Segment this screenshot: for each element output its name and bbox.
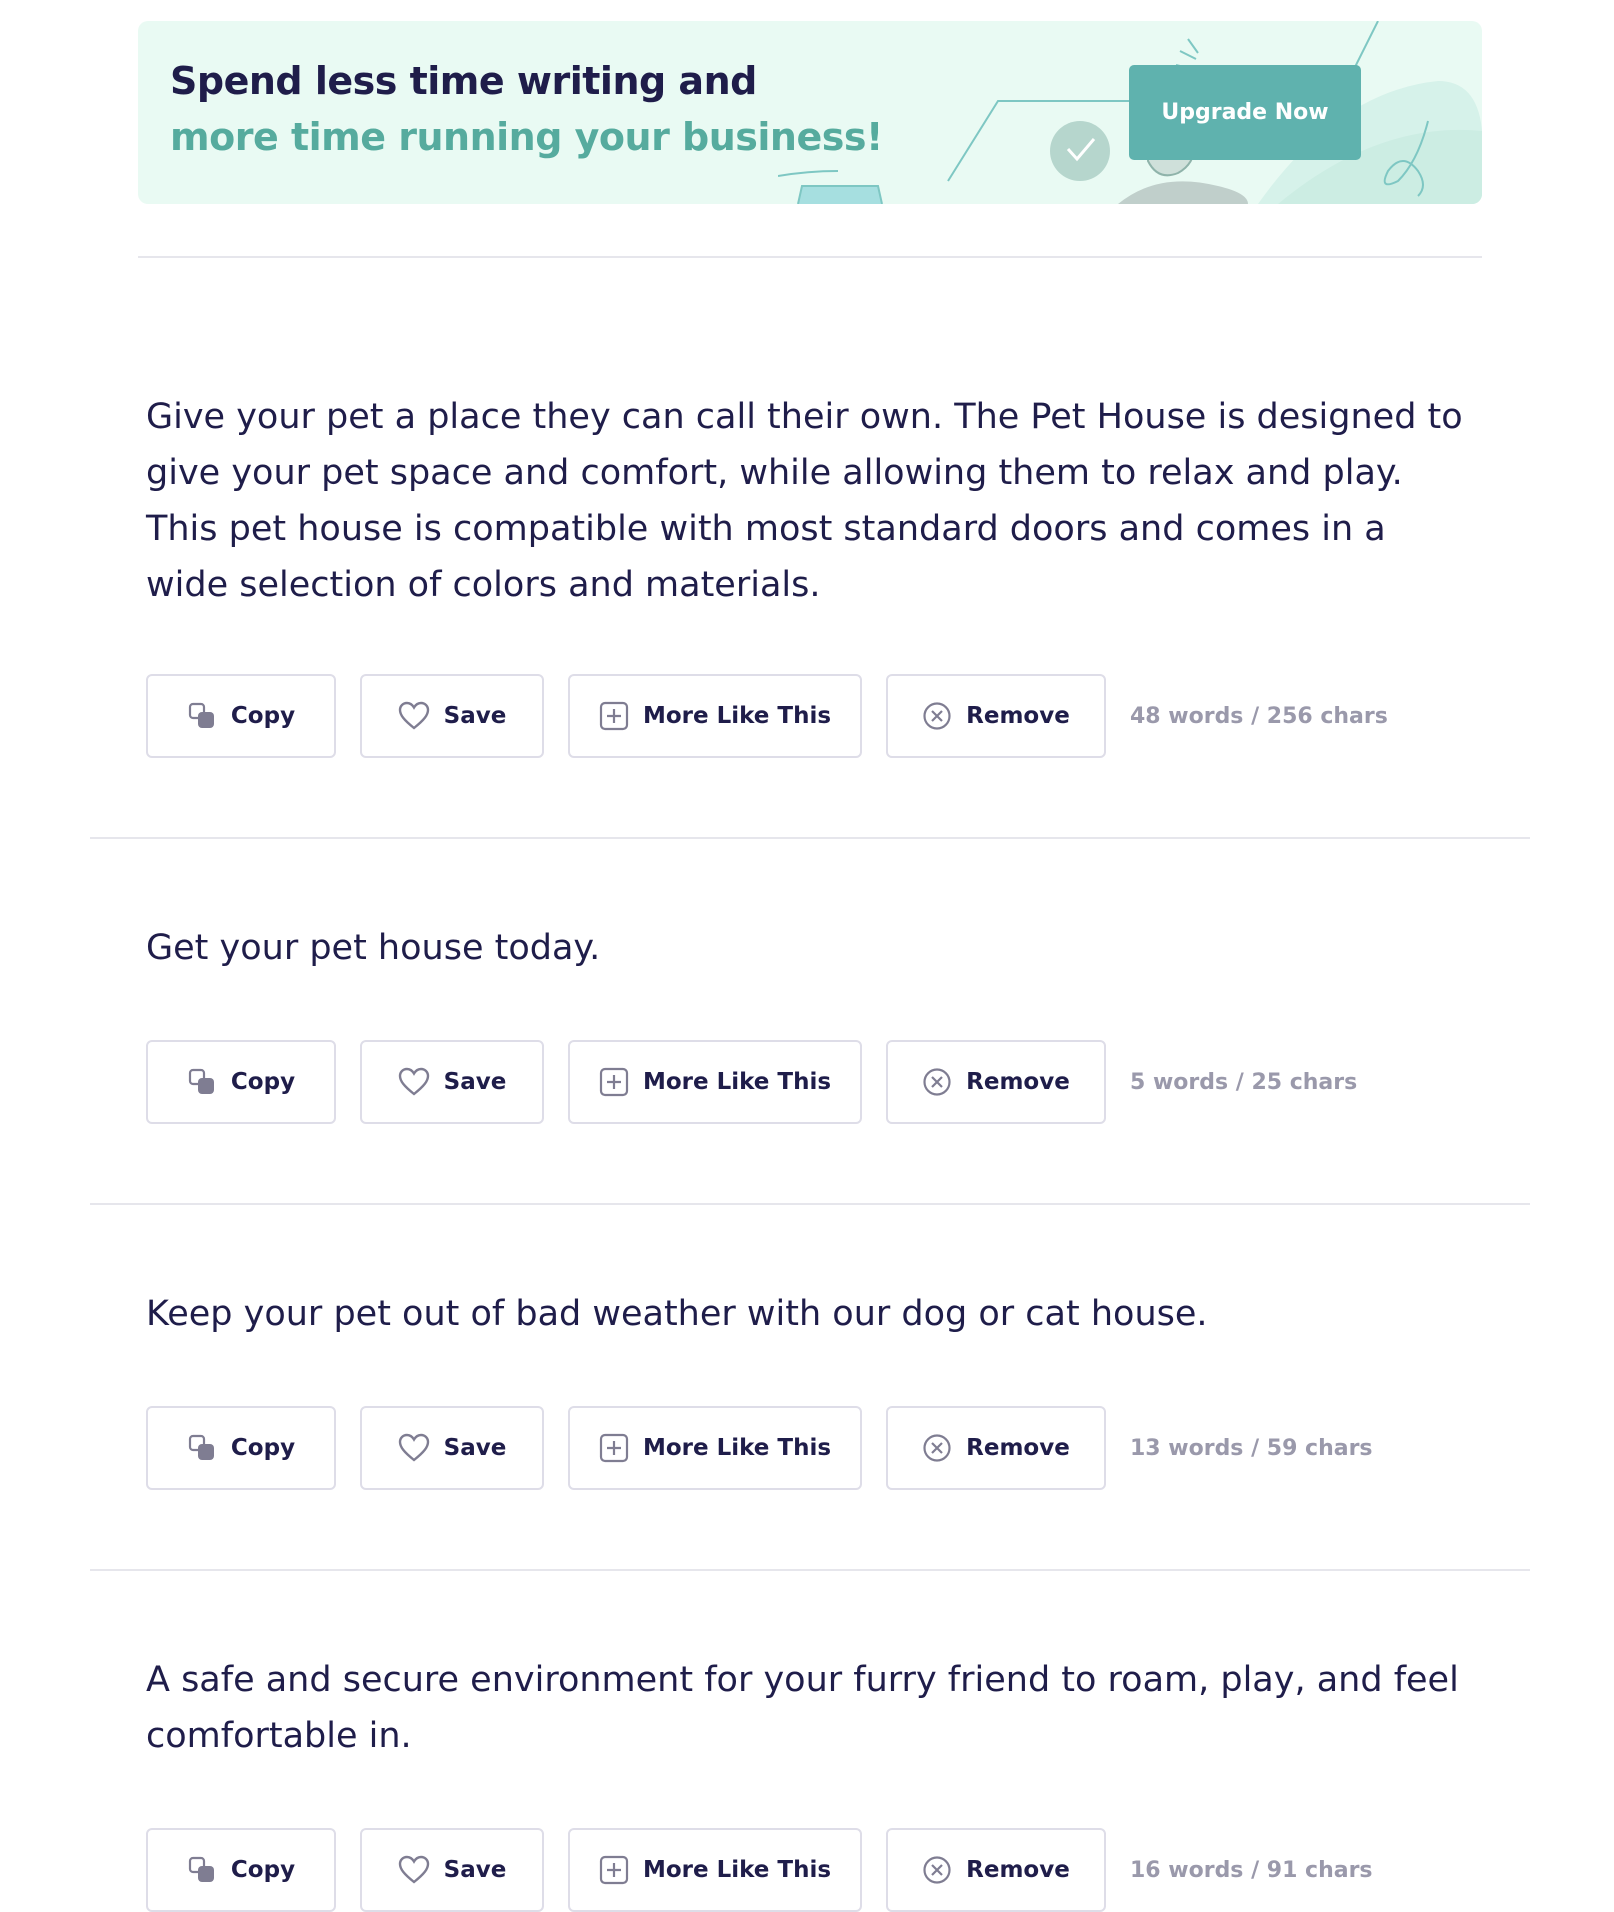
- result-actions: Copy Save More Like This Remove 5 words …: [146, 1040, 1357, 1124]
- save-label: Save: [443, 1435, 507, 1461]
- more-like-this-button[interactable]: More Like This: [568, 1406, 862, 1490]
- copy-label: Copy: [230, 1857, 296, 1883]
- copy-button[interactable]: Copy: [146, 1406, 336, 1490]
- copy-label: Copy: [230, 703, 296, 729]
- remove-button[interactable]: Remove: [886, 674, 1106, 758]
- remove-button[interactable]: Remove: [886, 1040, 1106, 1124]
- more-like-this-button[interactable]: More Like This: [568, 1040, 862, 1124]
- result-text: Get your pet house today.: [146, 928, 601, 968]
- remove-label: Remove: [966, 703, 1070, 729]
- word-char-count: 5 words / 25 chars: [1130, 1069, 1358, 1095]
- copy-icon: [188, 1856, 214, 1882]
- more-like-this-button[interactable]: More Like This: [568, 674, 862, 758]
- remove-button[interactable]: Remove: [886, 1828, 1106, 1912]
- copy-button[interactable]: Copy: [146, 1040, 336, 1124]
- result-text: Keep your pet out of bad weather with ou…: [146, 1294, 1208, 1334]
- close-circle-icon: [923, 702, 951, 730]
- save-label: Save: [443, 1069, 507, 1095]
- upgrade-banner: Spend less time writing and more time ru…: [138, 21, 1482, 204]
- save-button[interactable]: Save: [360, 1406, 544, 1490]
- remove-label: Remove: [966, 1435, 1070, 1461]
- heart-icon: [398, 701, 429, 730]
- result-actions: Copy Save More Like This Remove 13 words…: [146, 1406, 1373, 1490]
- plus-square-icon: [599, 701, 629, 731]
- save-label: Save: [443, 703, 507, 729]
- divider: [90, 837, 1530, 839]
- remove-label: Remove: [966, 1857, 1070, 1883]
- result-text: A safe and secure environment for your f…: [146, 1660, 1459, 1756]
- copy-button[interactable]: Copy: [146, 1828, 336, 1912]
- result-text: Give your pet a place they can call thei…: [146, 397, 1463, 605]
- copy-button[interactable]: Copy: [146, 674, 336, 758]
- save-button[interactable]: Save: [360, 674, 544, 758]
- close-circle-icon: [923, 1068, 951, 1096]
- divider: [90, 1203, 1530, 1205]
- copy-label: Copy: [230, 1069, 296, 1095]
- remove-button[interactable]: Remove: [886, 1406, 1106, 1490]
- remove-label: Remove: [966, 1069, 1070, 1095]
- divider: [138, 256, 1482, 258]
- banner-subheadline: more time running your business!: [170, 115, 883, 159]
- word-char-count: 13 words / 59 chars: [1130, 1435, 1373, 1461]
- banner-headline: Spend less time writing and: [170, 59, 757, 103]
- plus-square-icon: [599, 1067, 629, 1097]
- copy-icon: [188, 1434, 214, 1460]
- plus-square-icon: [599, 1433, 629, 1463]
- more-like-this-button[interactable]: More Like This: [568, 1828, 862, 1912]
- result-actions: Copy Save More Like This Remove 48 words…: [146, 674, 1388, 758]
- more-like-this-label: More Like This: [642, 1435, 832, 1461]
- copy-icon: [188, 1068, 214, 1094]
- copy-icon: [188, 702, 214, 728]
- close-circle-icon: [923, 1434, 951, 1462]
- save-label: Save: [443, 1857, 507, 1883]
- more-like-this-label: More Like This: [642, 703, 832, 729]
- divider: [90, 1569, 1530, 1571]
- word-char-count: 16 words / 91 chars: [1130, 1857, 1373, 1883]
- more-like-this-label: More Like This: [642, 1857, 832, 1883]
- save-button[interactable]: Save: [360, 1828, 544, 1912]
- copy-label: Copy: [230, 1435, 296, 1461]
- upgrade-now-button[interactable]: Upgrade Now: [1129, 65, 1361, 160]
- word-char-count: 48 words / 256 chars: [1130, 703, 1388, 729]
- heart-icon: [398, 1067, 429, 1096]
- more-like-this-label: More Like This: [642, 1069, 832, 1095]
- result-actions: Copy Save More Like This Remove 16 words…: [146, 1828, 1373, 1912]
- close-circle-icon: [923, 1856, 951, 1884]
- save-button[interactable]: Save: [360, 1040, 544, 1124]
- heart-icon: [398, 1855, 429, 1884]
- plus-square-icon: [599, 1855, 629, 1885]
- heart-icon: [398, 1433, 429, 1462]
